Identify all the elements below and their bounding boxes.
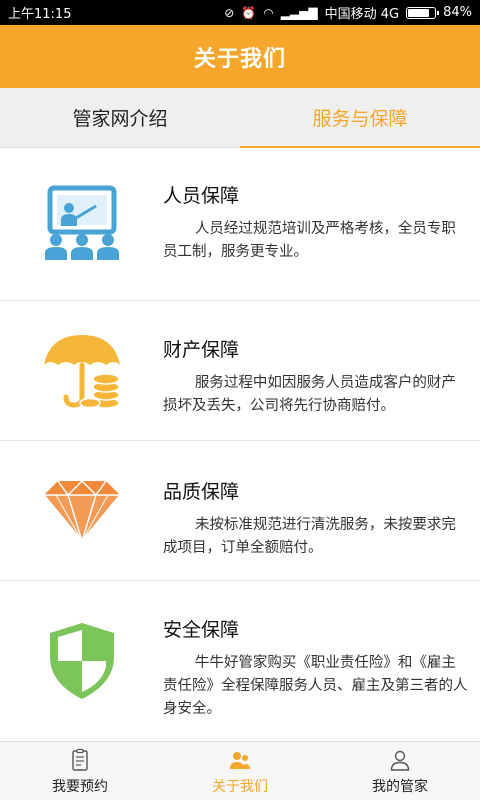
status-icons: ⊘ ⏰ ◠ ▂▃▅▇ 中国移动 4G 84% <box>224 3 472 22</box>
item-description: 服务过程中如因服务人员造成客户的财产损坏及丢失，公司将先行协商赔付。 <box>163 375 456 414</box>
status-time: 上午11:15 <box>8 7 72 22</box>
page-title: 关于我们 <box>193 46 286 72</box>
person-icon <box>390 750 410 771</box>
app-header: 关于我们 <box>0 25 480 88</box>
clipboard-icon <box>72 748 88 771</box>
item-texts: 财产保障 服务过程中如因服务人员造成客户的财产损坏及丢失，公司将先行协商赔付。 <box>163 335 468 418</box>
item-description: 未按标准规范进行清洗服务，未按要求完成项目，订单全额赔付。 <box>163 517 456 556</box>
item-texts: 品质保障 未按标准规范进行清洗服务，未按要求完成项目，订单全额赔付。 <box>163 477 468 560</box>
item-description: 牛牛好管家购买《职业责任险》和《雇主责任险》全程保障服务人员、雇主及第三者的人身… <box>163 655 468 717</box>
list-item: 财产保障 服务过程中如因服务人员造成客户的财产损坏及丢失，公司将先行协商赔付。 <box>0 301 480 441</box>
bottom-nav: 我要预约 关于我们 我的管家 <box>0 741 480 800</box>
alarm-icon: ⏰ <box>241 5 257 20</box>
item-texts: 人员保障 人员经过规范培训及严格考核，全员专职员工制，服务更专业。 <box>163 181 468 264</box>
shield-icon <box>40 621 124 701</box>
mute-icon: ⊘ <box>224 5 235 20</box>
item-title: 人员保障 <box>163 185 240 207</box>
battery-percent: 84% <box>443 5 472 20</box>
nav-my-butler[interactable]: 我的管家 <box>320 742 480 800</box>
nav-about-us[interactable]: 关于我们 <box>160 742 320 800</box>
wifi-icon: ◠ <box>263 5 274 20</box>
battery-icon <box>406 6 440 19</box>
item-title: 安全保障 <box>163 619 240 641</box>
item-title: 品质保障 <box>163 481 240 503</box>
guarantee-list: 人员保障 人员经过规范培训及严格考核，全员专职员工制，服务更专业。 财产保障 服… <box>0 148 480 721</box>
item-title: 财产保障 <box>163 339 240 361</box>
list-item: 品质保障 未按标准规范进行清洗服务，未按要求完成项目，订单全额赔付。 <box>0 441 480 581</box>
tab-bar: 管家网介绍 服务与保障 <box>0 88 480 148</box>
signal-icon: ▂▃▅▇ <box>280 5 318 20</box>
nav-label: 关于我们 <box>212 779 268 795</box>
list-item: 安全保障 牛牛好管家购买《职业责任险》和《雇主责任险》全程保障服务人员、雇主及第… <box>0 581 480 721</box>
tab-service-guarantee[interactable]: 服务与保障 <box>240 88 480 148</box>
tab-intro[interactable]: 管家网介绍 <box>0 88 240 147</box>
diamond-icon <box>40 473 124 553</box>
list-item: 人员保障 人员经过规范培训及严格考核，全员专职员工制，服务更专业。 <box>0 148 480 301</box>
item-texts: 安全保障 牛牛好管家购买《职业责任险》和《雇主责任险》全程保障服务人员、雇主及第… <box>163 615 468 721</box>
people-icon <box>230 752 250 769</box>
umbrella-coins-icon <box>40 331 124 411</box>
carrier-label: 中国移动 4G <box>324 7 400 22</box>
status-bar: 上午11:15 ⊘ ⏰ ◠ ▂▃▅▇ 中国移动 4G 84% <box>0 0 480 25</box>
nav-label: 我的管家 <box>372 779 428 795</box>
teacher-presentation-icon <box>40 184 124 264</box>
nav-booking[interactable]: 我要预约 <box>0 742 160 800</box>
battery-level <box>408 8 430 17</box>
item-description: 人员经过规范培训及严格考核，全员专职员工制，服务更专业。 <box>163 221 456 260</box>
nav-label: 我要预约 <box>52 779 108 795</box>
